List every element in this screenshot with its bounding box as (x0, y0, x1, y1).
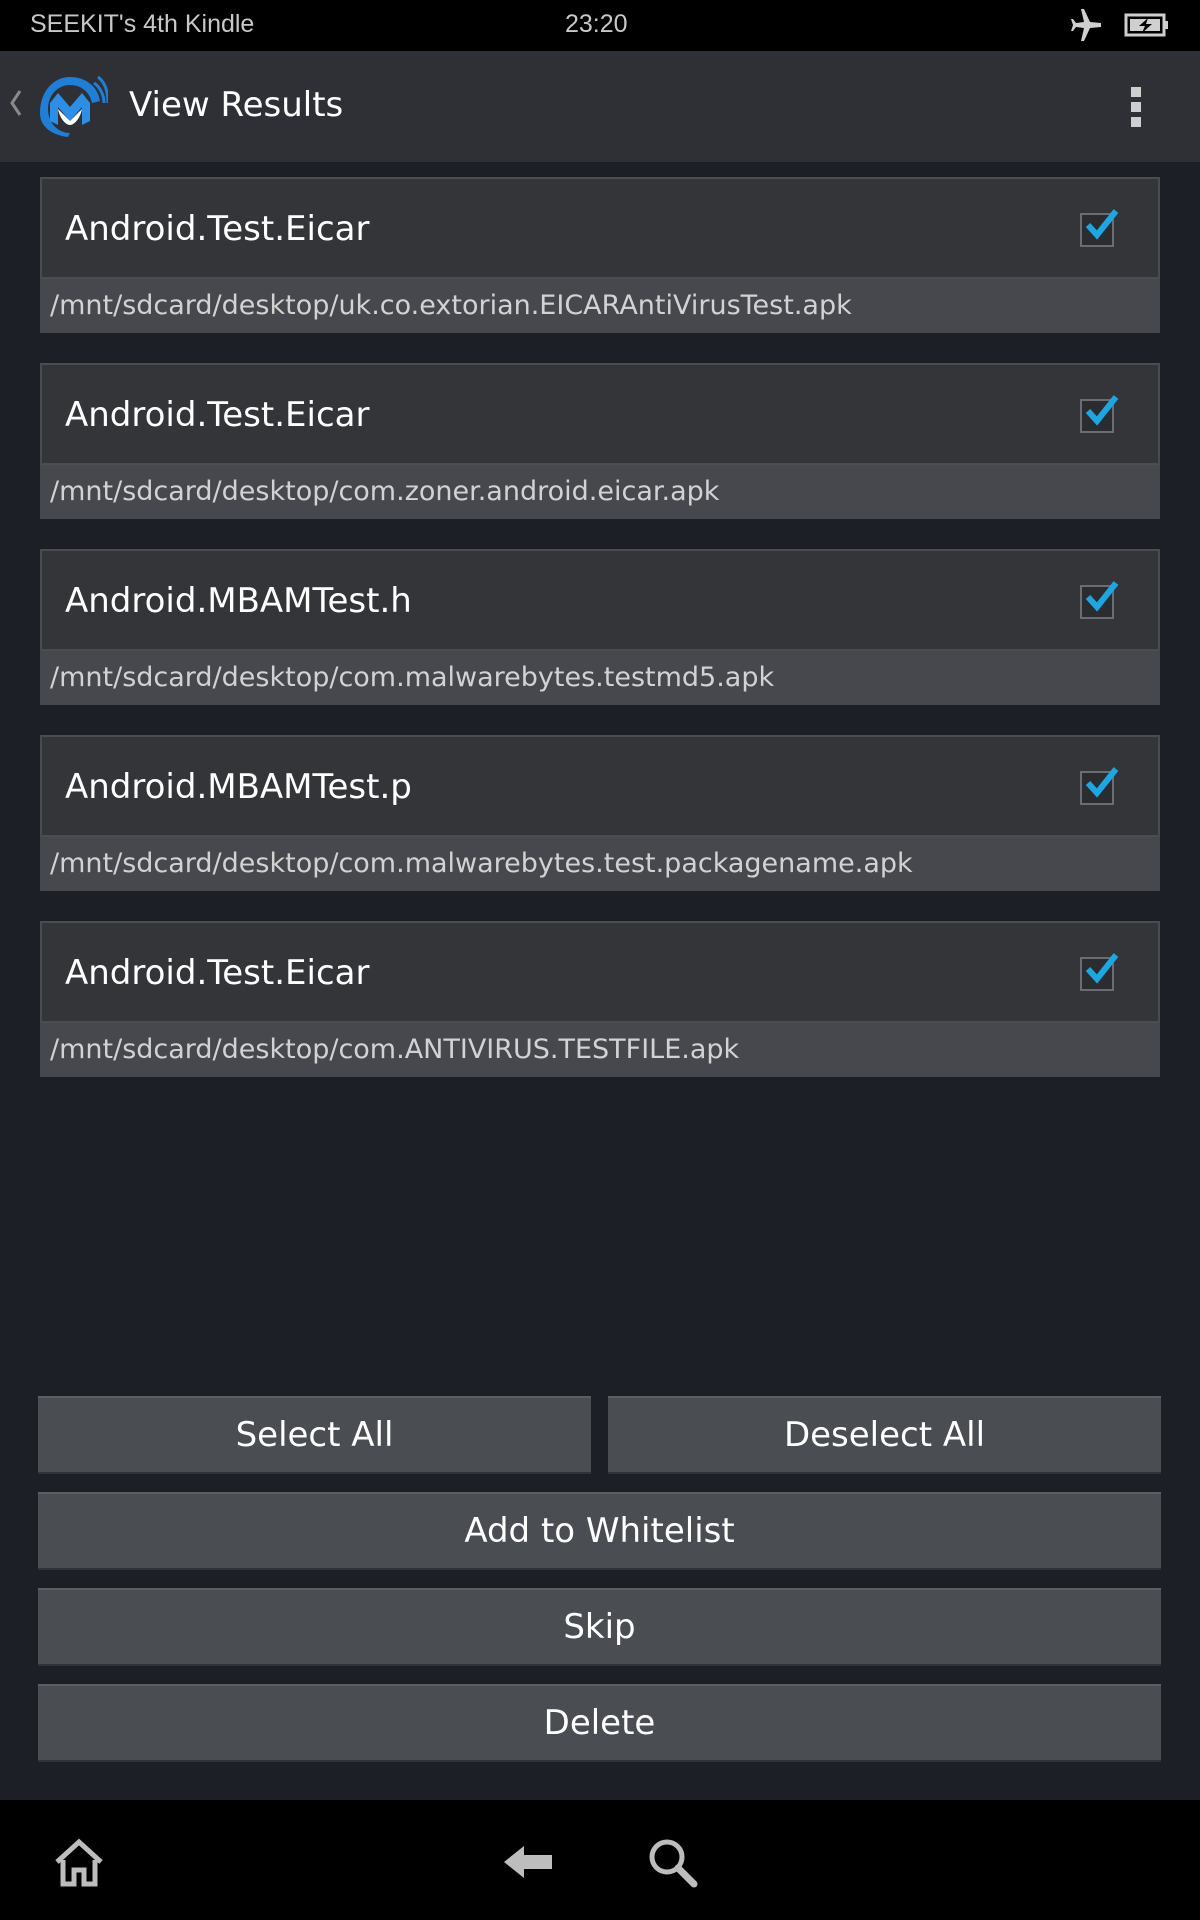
result-path: /mnt/sdcard/desktop/com.malwarebytes.tes… (40, 837, 1160, 891)
overflow-menu-icon[interactable] (1122, 83, 1150, 133)
result-checkbox[interactable] (1080, 209, 1119, 247)
back-arrow-icon[interactable] (500, 1834, 556, 1890)
checkmark-icon (1085, 395, 1119, 426)
result-path: /mnt/sdcard/desktop/com.zoner.android.ei… (40, 465, 1160, 519)
overflow-dot (1131, 102, 1141, 112)
action-bar: View Results (0, 51, 1200, 162)
result-item: Android.Test.Eicar /mnt/sdcard/desktop/u… (40, 177, 1160, 333)
threat-name: Android.Test.Eicar (65, 953, 370, 993)
select-all-button[interactable]: Select All (38, 1396, 591, 1474)
result-checkbox[interactable] (1080, 767, 1119, 805)
file-path: /mnt/sdcard/desktop/com.malwarebytes.tes… (50, 662, 775, 693)
page-title: View Results (129, 85, 344, 125)
result-checkbox[interactable] (1080, 953, 1119, 991)
result-item: Android.Test.Eicar /mnt/sdcard/desktop/c… (40, 363, 1160, 519)
threat-name: Android.MBAMTest.p (65, 767, 412, 807)
result-path: /mnt/sdcard/desktop/com.malwarebytes.tes… (40, 651, 1160, 705)
result-checkbox[interactable] (1080, 581, 1119, 619)
checkmark-icon (1085, 209, 1119, 240)
threat-name: Android.MBAMTest.h (65, 581, 412, 621)
status-time: 23:20 (565, 10, 628, 38)
overflow-dot (1131, 87, 1141, 97)
battery-charging-icon (1124, 13, 1168, 37)
results-list: Android.Test.Eicar /mnt/sdcard/desktop/u… (40, 177, 1160, 1107)
device-name: SEEKIT's 4th Kindle (30, 10, 255, 38)
result-header[interactable]: Android.MBAMTest.p (40, 735, 1160, 837)
result-path: /mnt/sdcard/desktop/com.ANTIVIRUS.TESTFI… (40, 1023, 1160, 1077)
delete-button[interactable]: Delete (38, 1684, 1161, 1762)
threat-name: Android.Test.Eicar (65, 209, 370, 249)
result-item: Android.MBAMTest.h /mnt/sdcard/desktop/c… (40, 549, 1160, 705)
deselect-all-button[interactable]: Deselect All (608, 1396, 1161, 1474)
add-to-whitelist-button[interactable]: Add to Whitelist (38, 1492, 1161, 1570)
result-checkbox[interactable] (1080, 395, 1119, 433)
airplane-mode-icon (1071, 9, 1101, 41)
file-path: /mnt/sdcard/desktop/com.malwarebytes.tes… (50, 848, 913, 879)
skip-button[interactable]: Skip (38, 1588, 1161, 1666)
result-item: Android.Test.Eicar /mnt/sdcard/desktop/c… (40, 921, 1160, 1077)
status-bar: SEEKIT's 4th Kindle 23:20 (0, 0, 1200, 51)
result-header[interactable]: Android.Test.Eicar (40, 363, 1160, 465)
threat-name: Android.Test.Eicar (65, 395, 370, 435)
malwarebytes-logo[interactable] (36, 73, 108, 137)
result-item: Android.MBAMTest.p /mnt/sdcard/desktop/c… (40, 735, 1160, 891)
result-header[interactable]: Android.Test.Eicar (40, 921, 1160, 1023)
back-chevron-icon[interactable] (6, 83, 24, 123)
result-header[interactable]: Android.MBAMTest.h (40, 549, 1160, 651)
file-path: /mnt/sdcard/desktop/com.ANTIVIRUS.TESTFI… (50, 1034, 740, 1065)
file-path: /mnt/sdcard/desktop/uk.co.extorian.EICAR… (50, 290, 852, 321)
checkmark-icon (1085, 581, 1119, 612)
search-icon[interactable] (644, 1834, 700, 1890)
checkmark-icon (1085, 953, 1119, 984)
navigation-bar (0, 1800, 1200, 1920)
overflow-dot (1131, 117, 1141, 127)
checkmark-icon (1085, 767, 1119, 798)
result-header[interactable]: Android.Test.Eicar (40, 177, 1160, 279)
home-icon[interactable] (51, 1834, 107, 1890)
file-path: /mnt/sdcard/desktop/com.zoner.android.ei… (50, 476, 720, 507)
result-path: /mnt/sdcard/desktop/uk.co.extorian.EICAR… (40, 279, 1160, 333)
